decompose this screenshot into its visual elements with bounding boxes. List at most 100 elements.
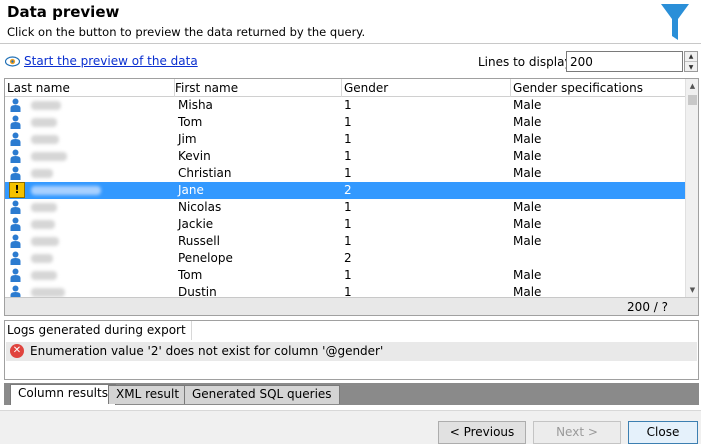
tab-xml-result[interactable]: XML result — [108, 385, 188, 404]
table-row[interactable]: Tom 1 Male — [5, 114, 685, 131]
first-name-cell: Dustin — [178, 285, 217, 297]
tab-generated-sql-queries[interactable]: Generated SQL queries — [184, 385, 340, 404]
gender-spec-cell: Male — [513, 166, 542, 180]
vertical-scrollbar[interactable]: ▲ ▼ — [685, 79, 698, 297]
gender-cell: 1 — [344, 285, 352, 297]
redacted-last-name — [31, 254, 53, 263]
warning-icon: ! — [9, 182, 25, 198]
column-header-gender[interactable]: Gender — [344, 81, 388, 95]
redacted-last-name — [31, 220, 55, 229]
redacted-last-name — [31, 237, 59, 246]
person-icon — [10, 98, 21, 112]
spin-down-icon[interactable]: ▼ — [685, 62, 697, 72]
person-icon — [10, 234, 21, 248]
funnel-icon — [661, 4, 689, 40]
person-icon — [10, 200, 21, 214]
gender-cell: 2 — [344, 183, 352, 197]
log-message: Enumeration value '2' does not exist for… — [30, 344, 384, 358]
table-row[interactable]: Jackie 1 Male — [5, 216, 685, 233]
gender-cell: 1 — [344, 217, 352, 231]
redacted-last-name — [31, 288, 65, 297]
first-name-cell: Tom — [178, 268, 203, 282]
first-name-cell: Kevin — [178, 149, 211, 163]
tab-column-results[interactable]: Column results — [10, 384, 116, 405]
gender-spec-cell: Male — [513, 285, 542, 297]
eye-icon — [5, 55, 20, 67]
page-subtitle: Click on the button to preview the data … — [7, 25, 366, 39]
redacted-last-name — [31, 186, 101, 195]
gender-spec-cell: Male — [513, 149, 542, 163]
first-name-cell: Nicolas — [178, 200, 222, 214]
table-row[interactable]: Penelope 2 — [5, 250, 685, 267]
first-name-cell: Jackie — [178, 217, 214, 231]
first-name-cell: Christian — [178, 166, 232, 180]
gender-spec-cell: Male — [513, 98, 542, 112]
grid-header: Last name First name Gender Gender speci… — [5, 79, 685, 97]
scroll-up-icon[interactable]: ▲ — [686, 79, 698, 93]
table-row[interactable]: Christian 1 Male — [5, 165, 685, 182]
header: Data preview Click on the button to prev… — [0, 0, 701, 44]
person-icon — [10, 251, 21, 265]
gender-cell: 1 — [344, 166, 352, 180]
redacted-last-name — [31, 118, 57, 127]
first-name-cell: Misha — [178, 98, 213, 112]
table-row[interactable]: Jim 1 Male — [5, 131, 685, 148]
redacted-last-name — [31, 101, 61, 110]
table-row[interactable]: Dustin 1 Male — [5, 284, 685, 297]
gender-cell: 1 — [344, 268, 352, 282]
gender-spec-cell: Male — [513, 132, 542, 146]
gender-cell: 1 — [344, 149, 352, 163]
log-entry[interactable]: ✕ Enumeration value '2' does not exist f… — [6, 342, 697, 361]
gender-spec-cell: Male — [513, 234, 542, 248]
lines-to-display-input[interactable] — [566, 51, 683, 72]
lines-spinner[interactable]: ▲ ▼ — [684, 51, 698, 72]
preview-link-container[interactable]: Start the preview of the data — [5, 53, 198, 69]
scroll-thumb[interactable] — [688, 95, 697, 105]
next-button[interactable]: Next > — [533, 421, 621, 444]
person-icon — [10, 217, 21, 231]
table-row[interactable]: Tom 1 Male — [5, 267, 685, 284]
gender-spec-cell: Male — [513, 200, 542, 214]
page-title: Data preview — [7, 3, 120, 21]
person-icon — [10, 268, 21, 282]
column-header-gender-specifications[interactable]: Gender specifications — [513, 81, 643, 95]
first-name-cell: Jane — [178, 183, 204, 197]
first-name-cell: Russell — [178, 234, 220, 248]
redacted-last-name — [31, 169, 53, 178]
person-icon — [10, 149, 21, 163]
lines-to-display-label: Lines to display: — [478, 55, 575, 69]
gender-cell: 1 — [344, 200, 352, 214]
start-preview-link[interactable]: Start the preview of the data — [24, 54, 198, 68]
person-icon — [10, 115, 21, 129]
data-grid: Last name First name Gender Gender speci… — [4, 78, 699, 316]
grid-rows: Misha 1 Male Tom 1 Male Jim 1 Male Kevin 1 Male Chri… — [5, 97, 685, 297]
log-header: Logs generated during export — [7, 323, 186, 337]
redacted-last-name — [31, 271, 57, 280]
gender-spec-cell: Male — [513, 217, 542, 231]
table-row[interactable]: Russell 1 Male — [5, 233, 685, 250]
gender-cell: 2 — [344, 251, 352, 265]
person-icon — [10, 285, 21, 297]
error-icon: ✕ — [10, 344, 24, 358]
redacted-last-name — [31, 152, 67, 161]
gender-cell: 1 — [344, 234, 352, 248]
spin-up-icon[interactable]: ▲ — [685, 52, 697, 62]
gender-cell: 1 — [344, 132, 352, 146]
log-panel: Logs generated during export ✕ Enumerati… — [4, 320, 699, 380]
table-row[interactable]: Nicolas 1 Male — [5, 199, 685, 216]
person-icon — [10, 166, 21, 180]
first-name-cell: Penelope — [178, 251, 233, 265]
gender-spec-cell: Male — [513, 268, 542, 282]
column-header-first-name[interactable]: First name — [175, 81, 238, 95]
table-row[interactable]: Misha 1 Male — [5, 97, 685, 114]
table-row[interactable]: Kevin 1 Male — [5, 148, 685, 165]
scroll-down-icon[interactable]: ▼ — [686, 283, 698, 297]
previous-button[interactable]: < Previous — [438, 421, 526, 444]
button-bar: < Previous Next > Close — [0, 410, 701, 444]
close-button[interactable]: Close — [628, 421, 698, 444]
person-icon — [10, 132, 21, 146]
column-header-last-name[interactable]: Last name — [7, 81, 70, 95]
first-name-cell: Jim — [178, 132, 197, 146]
table-row[interactable]: ! Jane 2 — [5, 182, 685, 199]
first-name-cell: Tom — [178, 115, 203, 129]
